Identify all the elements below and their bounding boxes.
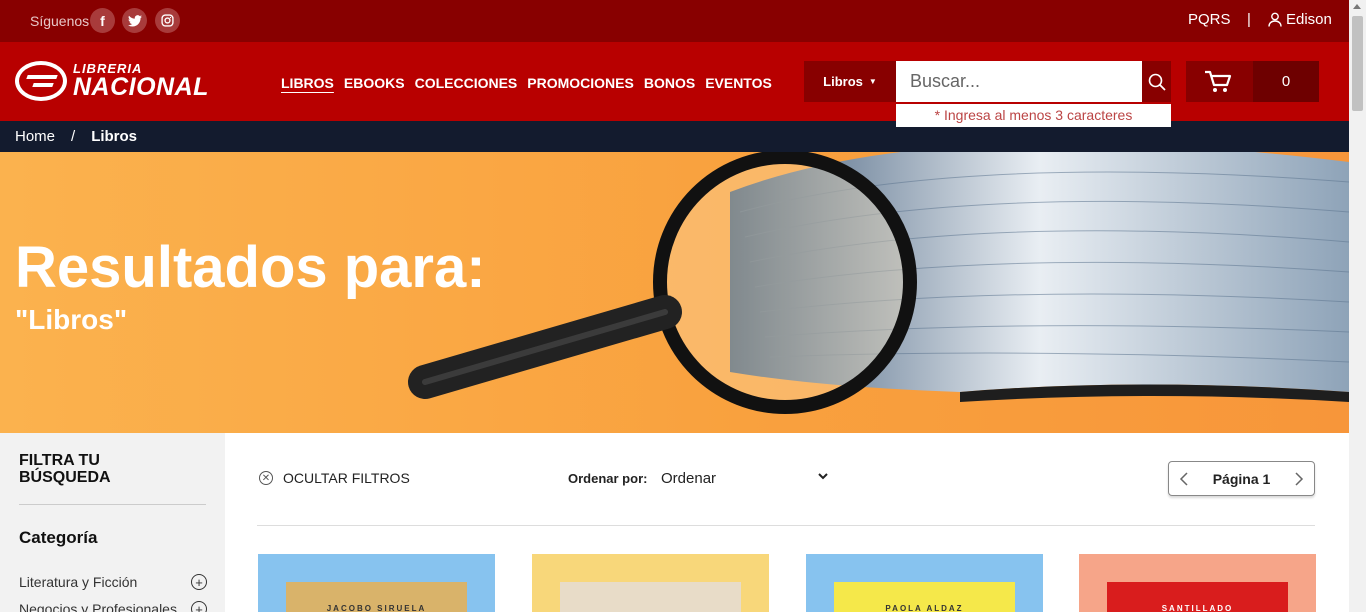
user-name: Edison xyxy=(1286,11,1332,28)
book-cover: SANTILLADO xyxy=(1107,582,1288,612)
hide-filters-label: OCULTAR FILTROS xyxy=(283,470,410,486)
breadcrumb-separator: / xyxy=(71,128,76,145)
breadcrumb-home[interactable]: Home xyxy=(15,128,55,145)
logo-bottom-text: NACIONAL xyxy=(73,73,209,101)
nav-item-colecciones[interactable]: COLECCIONES xyxy=(415,75,518,91)
hero-banner: Resultados para: "Libros" xyxy=(0,152,1349,433)
user-account-link[interactable]: Edison xyxy=(1268,11,1332,28)
filter-sidebar: FILTRA TU BÚSQUEDA Categoría Literatura … xyxy=(0,433,225,612)
page-scrollbar[interactable] xyxy=(1349,0,1366,612)
nav-item-bonos[interactable]: BONOS xyxy=(644,75,695,91)
divider xyxy=(257,525,1315,526)
category-label: Negocios y Profesionales xyxy=(19,601,177,612)
chevron-left-icon[interactable] xyxy=(1179,471,1189,486)
pagination: Página 1 xyxy=(1168,461,1315,496)
page-label: Página 1 xyxy=(1212,470,1271,487)
cover-text: JACOBO SIRUELA xyxy=(326,604,427,612)
search-icon xyxy=(1148,73,1166,91)
breadcrumb-current: Libros xyxy=(91,128,138,145)
chevron-down-icon xyxy=(818,473,828,480)
product-card[interactable]: PAOLA ALDAZ xyxy=(806,554,1043,612)
cart-icon xyxy=(1205,70,1232,92)
plus-circle-icon[interactable]: + xyxy=(191,574,207,590)
category-title: Categoría xyxy=(19,528,98,547)
search-button[interactable] xyxy=(1142,61,1171,102)
book-cover: PAOLA ALDAZ xyxy=(834,582,1015,612)
product-card[interactable]: SANTILLADO xyxy=(1079,554,1316,612)
search-input[interactable] xyxy=(896,61,1142,102)
facebook-icon[interactable]: f xyxy=(90,8,115,33)
twitter-icon[interactable] xyxy=(122,8,147,33)
book-cover: JACOBO SIRUELA xyxy=(286,582,467,612)
plus-circle-icon[interactable]: + xyxy=(191,601,207,612)
nav-item-ebooks[interactable]: EBOOKS xyxy=(344,75,405,91)
search-category-dropdown[interactable]: Libros ▼ xyxy=(804,61,896,102)
main-nav: LIBROS EBOOKS COLECCIONES PROMOCIONES BO… xyxy=(281,75,772,91)
product-card[interactable] xyxy=(532,554,769,612)
cart-button[interactable]: 0 xyxy=(1186,61,1319,102)
hide-filters-button[interactable]: ✕ OCULTAR FILTROS xyxy=(259,470,410,486)
scroll-thumb[interactable] xyxy=(1352,16,1363,111)
logo-mark-icon xyxy=(15,61,67,101)
search-hint: * Ingresa al menos 3 caracteres xyxy=(896,104,1171,127)
search-category-label: Libros xyxy=(823,74,863,89)
pqrs-link[interactable]: PQRS xyxy=(1188,11,1231,28)
cover-text: PAOLA ALDAZ xyxy=(885,604,964,612)
close-circle-icon: ✕ xyxy=(259,471,273,485)
sort-select[interactable]: Ordenar xyxy=(661,470,829,487)
logo[interactable]: LIBRERIA NACIONAL xyxy=(15,61,209,101)
caret-down-icon: ▼ xyxy=(868,77,877,86)
separator: | xyxy=(1247,11,1251,28)
book-cover xyxy=(560,582,741,612)
main-header: LIBRERIA NACIONAL LIBROS EBOOKS COLECCIO… xyxy=(0,42,1349,127)
sort-label: Ordenar por: xyxy=(568,471,648,486)
results-title: Resultados para: xyxy=(15,235,486,300)
category-item[interactable]: Negocios y Profesionales + xyxy=(19,601,207,612)
nav-item-libros[interactable]: LIBROS xyxy=(281,75,334,91)
chevron-right-icon[interactable] xyxy=(1294,471,1304,486)
hero-image xyxy=(408,152,1349,414)
results-query: "Libros" xyxy=(15,304,128,335)
instagram-icon[interactable] xyxy=(155,8,180,33)
cart-count: 0 xyxy=(1253,61,1319,102)
sort-value: Ordenar xyxy=(661,470,717,487)
product-card[interactable]: JACOBO SIRUELA xyxy=(258,554,495,612)
filter-title: FILTRA TU BÚSQUEDA xyxy=(19,452,111,486)
page: Síguenos f PQRS | Edison LIBRERIA NACION… xyxy=(0,0,1366,612)
cover-text: SANTILLADO xyxy=(1161,604,1234,612)
category-label: Literatura y Ficción xyxy=(19,574,138,590)
scroll-up-arrow-icon[interactable] xyxy=(1353,4,1361,9)
user-icon xyxy=(1268,12,1282,27)
nav-item-eventos[interactable]: EVENTOS xyxy=(705,75,772,91)
category-item[interactable]: Literatura y Ficción + xyxy=(19,574,207,590)
nav-item-promociones[interactable]: PROMOCIONES xyxy=(527,75,634,91)
top-bar: Síguenos f PQRS | Edison xyxy=(0,0,1349,42)
follow-label: Síguenos xyxy=(30,13,90,29)
divider xyxy=(19,504,206,505)
